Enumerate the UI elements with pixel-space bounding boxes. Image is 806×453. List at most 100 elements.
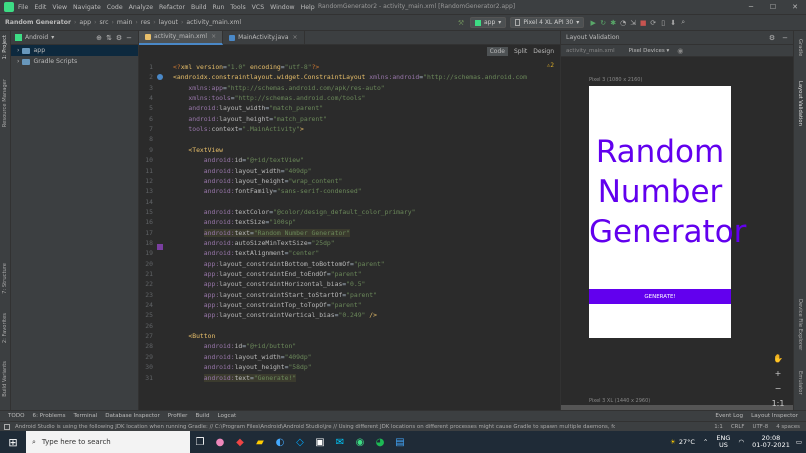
zoom-fit-icon[interactable]: 1:1 [770,396,786,411]
wifi-icon[interactable]: ◠ [738,438,744,446]
code-line[interactable]: app:layout_constraintVertical_bias="0.24… [173,311,377,319]
code-line[interactable]: xmlns:tools="http://schemas.android.com/… [173,94,365,102]
locate-icon[interactable]: ⊕ [94,33,104,43]
gutter-info-icon[interactable] [157,74,163,80]
structure-tab[interactable]: 7: Structure [2,263,8,294]
gradle-tab[interactable]: Gradle [797,39,803,56]
expand-arrow-icon[interactable]: › [17,58,19,65]
notification-icon[interactable]: ▭ [796,438,802,446]
menu-item-window[interactable]: Window [270,4,294,11]
project-tool-tab[interactable]: 1: Project [2,35,8,59]
region[interactable]: US [719,442,728,449]
code-line[interactable]: xmlns:app="http://schemas.android.com/ap… [173,84,384,92]
tree-item[interactable]: › app [11,45,138,56]
mode-code[interactable]: Code [486,47,508,56]
hammer-icon[interactable]: ⚒ [456,18,466,28]
menu-item-vcs[interactable]: VCS [252,4,264,11]
app-icon-3[interactable]: ▤ [390,431,410,453]
device-file-explorer-tab[interactable]: Device File Explorer [797,299,803,350]
close-tab-icon[interactable]: × [211,33,216,40]
inspection-widget[interactable]: ⚠2 [547,62,554,69]
tray-chevron-icon[interactable]: ⌃ [703,438,708,446]
stop-icon[interactable]: ■ [638,18,648,28]
tab-mainactivity-java[interactable]: MainActivity.java × [223,30,305,45]
search-icon[interactable]: ⌕ [678,18,688,28]
tool-window-build[interactable]: Build [195,413,209,419]
code-line[interactable]: android:id="@+id/textView" [173,156,304,164]
cursor-position[interactable]: 1:1 [714,424,723,430]
file-explorer-icon[interactable]: ▰ [250,431,270,453]
breadcrumb-item[interactable]: src [99,19,108,26]
code-line[interactable]: android:textSize="100sp" [173,218,296,226]
code-line[interactable]: app:layout_constraintHorizontal_bias="0.… [173,280,366,288]
tree-item[interactable]: › Gradle Scripts [11,56,138,67]
code-line[interactable]: android:textAlignment="center" [173,249,319,257]
code-line[interactable]: tools:context=".MainActivity"> [173,125,303,133]
app-icon-2[interactable]: ◆ [230,431,250,453]
status-message[interactable]: Android Studio is using the following JD… [15,424,615,430]
code-line[interactable]: android:fontFamily="sans-serif-condensed… [173,187,362,195]
taskbar-search[interactable]: ⌕ Type here to search [26,431,190,453]
project-view-dropdown[interactable]: Android [25,34,48,41]
hide-icon[interactable]: − [124,33,134,43]
tool-window-terminal[interactable]: Terminal [74,413,98,419]
clock-date[interactable]: 01-07-2021 [752,442,790,449]
store-icon[interactable]: ▣ [310,431,330,453]
tool-window-layout-inspector[interactable]: Layout Inspector [751,413,798,419]
eye-icon[interactable]: ◉ [675,46,685,56]
phone-preview[interactable]: Random Number Generator GENERATE! [589,86,746,338]
breadcrumb-item[interactable]: Random Generator [5,19,71,26]
breadcrumb-item[interactable]: app [79,19,91,26]
code-line[interactable]: <androidx.constraintlayout.widget.Constr… [173,73,527,81]
breadcrumb-item[interactable]: res [141,19,150,26]
code-line[interactable]: android:layout_height="58dp" [173,363,312,371]
breadcrumb-item[interactable]: layout [159,19,178,26]
resource-manager-tab[interactable]: Resource Manager [2,79,8,127]
tool-window-6-problems[interactable]: 6: Problems [33,413,66,419]
tool-window-event-log[interactable]: Event Log [715,413,743,419]
hide-icon[interactable]: − [780,33,790,43]
breadcrumb-item[interactable]: activity_main.xml [186,19,241,26]
menu-item-tools[interactable]: Tools [230,4,245,11]
expand-arrow-icon[interactable]: › [17,47,19,54]
zoom-out-icon[interactable]: − [770,381,786,396]
run-config-dropdown[interactable]: app ▾ [470,17,507,28]
mode-design[interactable]: Design [533,48,554,55]
code-area[interactable]: ⚠2 1 <?xml version="1.0" encoding="utf-8"… [139,59,560,410]
close-window-button[interactable]: ✕ [784,0,806,14]
task-view-icon[interactable]: ❐ [190,431,210,453]
line-separator[interactable]: CRLF [731,424,745,430]
tool-window-profiler[interactable]: Profiler [168,413,188,419]
apply-changes-icon[interactable]: ↻ [598,18,608,28]
zoom-in-icon[interactable]: + [770,366,786,381]
avd-manager-icon[interactable]: ▯ [658,18,668,28]
breadcrumb-item[interactable]: main [117,19,132,26]
tool-window-todo[interactable]: TODO [8,413,25,419]
spotify-icon[interactable]: ◕ [370,431,390,453]
android-studio-icon[interactable]: ◉ [350,431,370,453]
mail-icon[interactable]: ✉ [330,431,350,453]
tool-window-logcat[interactable]: Logcat [218,413,237,419]
file-encoding[interactable]: UTF-8 [753,424,769,430]
app-icon-1[interactable]: ● [210,431,230,453]
code-line[interactable]: android:id="@+id/button" [173,342,296,350]
code-line[interactable]: android:autoSizeMinTextSize="25dp" [173,239,335,247]
menu-item-navigate[interactable]: Navigate [73,4,101,11]
edge-icon[interactable]: ◐ [270,431,290,453]
preview-canvas[interactable]: Pixel 3 (1080 x 2160) Random Number Gene… [561,57,794,423]
close-tab-icon[interactable]: × [293,34,298,41]
code-line[interactable]: <TextView [173,146,223,154]
dropbox-icon[interactable]: ◇ [290,431,310,453]
weather-temp[interactable]: 27°C [679,438,695,446]
minimize-button[interactable]: ─ [740,0,762,14]
menu-item-run[interactable]: Run [213,4,225,11]
profile-icon[interactable]: ◔ [618,18,628,28]
code-line[interactable]: app:layout_constraintTop_toTopOf="parent… [173,301,362,309]
code-line[interactable]: android:layout_width="match_parent" [173,104,323,112]
code-line[interactable]: android:layout_height="match_parent" [173,115,327,123]
emulator-tab[interactable]: Emulator [797,371,803,395]
menu-item-code[interactable]: Code [107,4,123,11]
menu-item-build[interactable]: Build [191,4,207,11]
indent-setting[interactable]: 4 spaces [776,424,800,430]
code-line[interactable]: android:layout_height="wrap_content" [173,177,343,185]
